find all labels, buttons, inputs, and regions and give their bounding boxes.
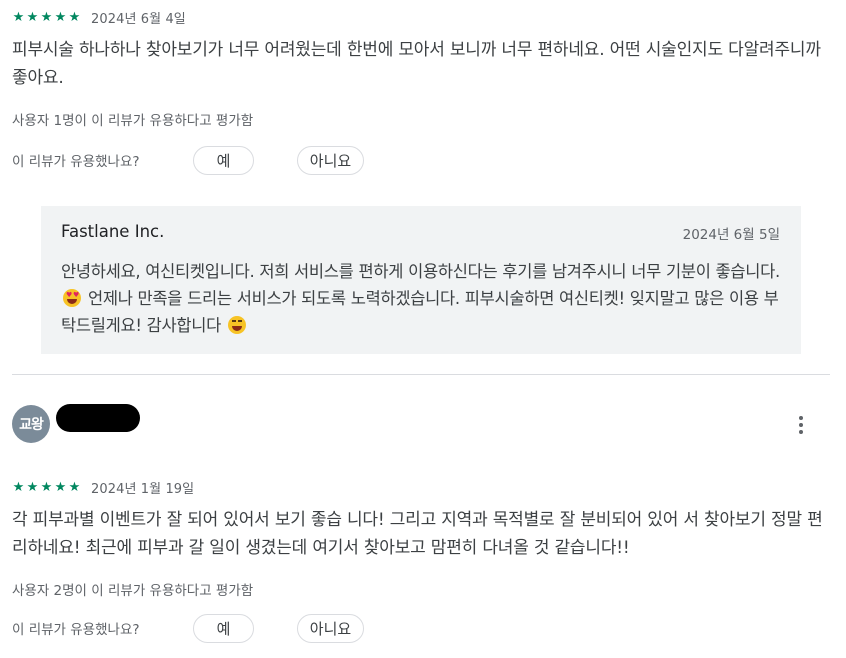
star-icon: ★ <box>40 9 53 25</box>
grinning-squint-emoji-icon <box>228 316 247 334</box>
reply-text-part2: 언제나 만족을 드리는 서비스가 되도록 노력하겠습니다. 피부시술하면 여신티… <box>61 289 779 335</box>
reply-date: 2024년 6월 5일 <box>682 227 780 243</box>
star-icon: ★ <box>12 479 25 495</box>
developer-name: Fastlane Inc. <box>61 222 165 241</box>
helpful-no-button[interactable]: 아니요 <box>297 613 364 643</box>
helpful-question: 이 리뷰가 유용했나요? <box>12 622 140 638</box>
review-text: 피부시술 하나하나 찾아보기가 너무 어려웠는데 한번에 모아서 보니까 너무 … <box>12 40 821 88</box>
helpful-no-button[interactable]: 아니요 <box>297 145 364 175</box>
heart-eyes-emoji-icon: ♥ ♥ <box>63 289 81 307</box>
redacted-reviewer-name <box>56 404 140 432</box>
helpful-yes-button[interactable]: 예 <box>193 613 254 643</box>
star-icon: ★ <box>54 479 67 495</box>
helpful-prompt: 이 리뷰가 유용했나요? 예 아니요 <box>12 145 364 175</box>
helpful-count: 사용자 1명이 이 리뷰가 유용하다고 평가함 <box>12 113 254 129</box>
helpful-question: 이 리뷰가 유용했나요? <box>12 154 140 170</box>
star-rating: ★ ★ ★ ★ ★ <box>12 481 81 494</box>
rating-row: ★ ★ ★ ★ ★ 2024년 1월 19일 <box>12 477 194 497</box>
helpful-prompt: 이 리뷰가 유용했나요? 예 아니요 <box>12 613 364 643</box>
star-icon: ★ <box>68 479 81 495</box>
developer-reply: Fastlane Inc. 2024년 6월 5일 안녕하세요, 여신티켓입니다… <box>41 206 801 354</box>
reply-text-part1: 안녕하세요, 여신티켓입니다. 저희 서비스를 편하게 이용하신다는 후기를 남… <box>61 262 781 281</box>
helpful-count: 사용자 2명이 이 리뷰가 유용하다고 평가함 <box>12 583 254 599</box>
star-icon: ★ <box>54 9 67 25</box>
review-divider <box>12 374 830 375</box>
helpful-yes-button[interactable]: 예 <box>193 145 254 175</box>
review-text: 각 피부과별 이벤트가 잘 되어 있어서 보기 좋습 니다! 그리고 지역과 목… <box>12 510 823 558</box>
star-rating: ★ ★ ★ ★ ★ <box>12 11 81 24</box>
avatar: 교왕 <box>12 405 50 443</box>
star-icon: ★ <box>12 9 25 25</box>
star-icon: ★ <box>26 9 39 25</box>
star-icon: ★ <box>26 479 39 495</box>
review-date: 2024년 1월 19일 <box>91 481 195 497</box>
reply-text: 안녕하세요, 여신티켓입니다. 저희 서비스를 편하게 이용하신다는 후기를 남… <box>61 258 791 339</box>
rating-row: ★ ★ ★ ★ ★ 2024년 6월 4일 <box>12 7 186 27</box>
star-icon: ★ <box>68 9 81 25</box>
review-date: 2024년 6월 4일 <box>91 11 186 27</box>
more-vert-icon[interactable] <box>786 410 816 440</box>
star-icon: ★ <box>40 479 53 495</box>
